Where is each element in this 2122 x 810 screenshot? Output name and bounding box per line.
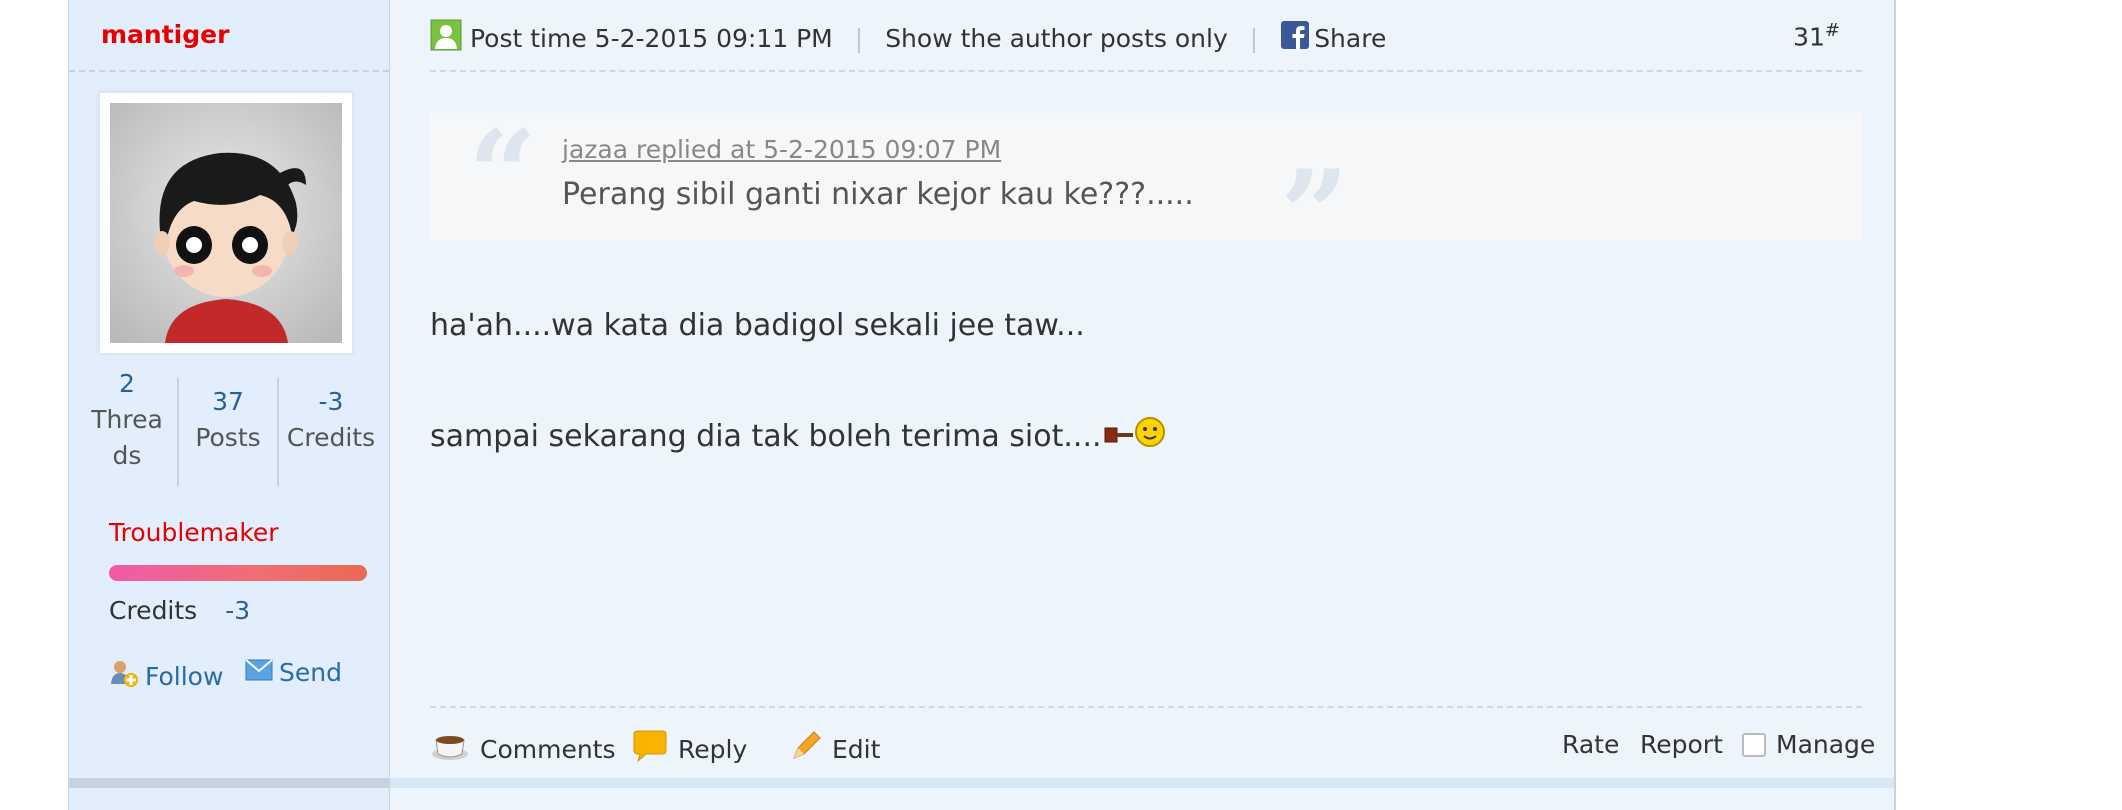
post-floor-number[interactable]: 31#	[1793, 20, 1840, 51]
share-button[interactable]: Share	[1280, 20, 1386, 56]
report-button[interactable]: Report	[1640, 730, 1723, 759]
manage-label: Manage	[1776, 730, 1876, 759]
author-sidebar: mantiger 2 Threads 37 Posts -3 Credits T…	[68, 0, 390, 810]
post-body-line-with-smiley: sampai sekarang dia tak boleh terima sio…	[430, 416, 1166, 456]
floor-mark: #	[1824, 20, 1840, 41]
comments-label: Comments	[480, 734, 616, 764]
post-time: Post time 5-2-2015 09:11 PM	[470, 23, 833, 53]
smiley-icon	[1134, 416, 1166, 456]
sidebar-bottom-bar	[69, 778, 389, 788]
post-header: Post time 5-2-2015 09:11 PM | Show the a…	[430, 18, 1386, 58]
send-message-button[interactable]: Send	[245, 658, 342, 687]
post-container: Post time 5-2-2015 09:11 PM | Show the a…	[390, 0, 1896, 810]
sidebar-divider	[69, 70, 389, 72]
post-time-icon	[430, 19, 462, 57]
hammer-icon	[1104, 419, 1134, 454]
edit-label: Edit	[832, 734, 881, 764]
report-label: Report	[1640, 730, 1723, 759]
floor-number: 31	[1793, 22, 1825, 52]
rate-button[interactable]: Rate	[1562, 730, 1619, 759]
manage-checkbox[interactable]	[1742, 732, 1766, 757]
quote-block: “ ” jazaa replied at 5-2-2015 09:07 PM P…	[430, 104, 1862, 275]
footer-divider	[430, 706, 1862, 708]
avatar[interactable]	[99, 92, 353, 354]
envelope-icon	[245, 658, 273, 687]
avatar-image	[110, 103, 342, 343]
header-separator: |	[1249, 23, 1259, 53]
stat-separator	[177, 378, 179, 486]
author-username[interactable]: mantiger	[101, 20, 229, 49]
send-label: Send	[279, 658, 342, 687]
follow-label: Follow	[145, 661, 224, 691]
stat-threads-label: Threads	[91, 405, 163, 470]
user-group-bar	[109, 565, 367, 581]
quote-open-icon: “	[468, 104, 538, 245]
coffee-cup-icon	[430, 730, 470, 768]
credits-label: Credits	[109, 596, 198, 625]
rate-label: Rate	[1562, 730, 1620, 759]
author-only-link[interactable]: Show the author posts only	[885, 24, 1228, 53]
stat-credits-label: Credits	[286, 423, 376, 452]
header-separator: |	[854, 23, 864, 53]
stat-posts[interactable]: 37 Posts	[181, 384, 275, 456]
post-bottom-bar	[390, 778, 1894, 788]
credits-row: Credits -3	[109, 596, 250, 625]
stat-credits[interactable]: -3 Credits	[281, 384, 381, 456]
stat-threads-value: 2	[119, 369, 135, 398]
pencil-icon	[790, 730, 822, 768]
user-group[interactable]: Troublemaker	[109, 518, 279, 547]
facebook-icon	[1280, 20, 1310, 56]
stat-posts-value: 37	[212, 387, 244, 416]
reply-button[interactable]: Reply	[632, 730, 747, 768]
stat-credits-value: -3	[318, 387, 344, 416]
follow-button[interactable]: Follow	[109, 658, 223, 694]
credits-value: -3	[225, 596, 251, 625]
reply-label: Reply	[678, 734, 748, 764]
stat-separator	[277, 378, 279, 486]
quote-close-icon: ”	[1280, 144, 1350, 285]
quote-text: Perang sibil ganti nixar kejor kau ke???…	[562, 177, 1194, 212]
stat-posts-label: Posts	[195, 423, 261, 452]
edit-button[interactable]: Edit	[790, 730, 880, 768]
manage-control[interactable]: Manage	[1742, 730, 1875, 759]
stat-threads[interactable]: 2 Threads	[85, 366, 169, 474]
comments-button[interactable]: Comments	[430, 730, 616, 768]
share-label: Share	[1314, 23, 1387, 53]
follow-icon	[109, 658, 139, 694]
header-divider	[430, 70, 1862, 72]
quote-author-link[interactable]: jazaa replied at 5-2-2015 09:07 PM	[562, 135, 1001, 164]
speech-bubble-icon	[632, 730, 668, 768]
post-body-line: sampai sekarang dia tak boleh terima sio…	[430, 418, 1102, 454]
post-body-line: ha'ah....wa kata dia badigol sekali jee …	[430, 308, 1085, 343]
page-margin	[1896, 0, 2122, 810]
